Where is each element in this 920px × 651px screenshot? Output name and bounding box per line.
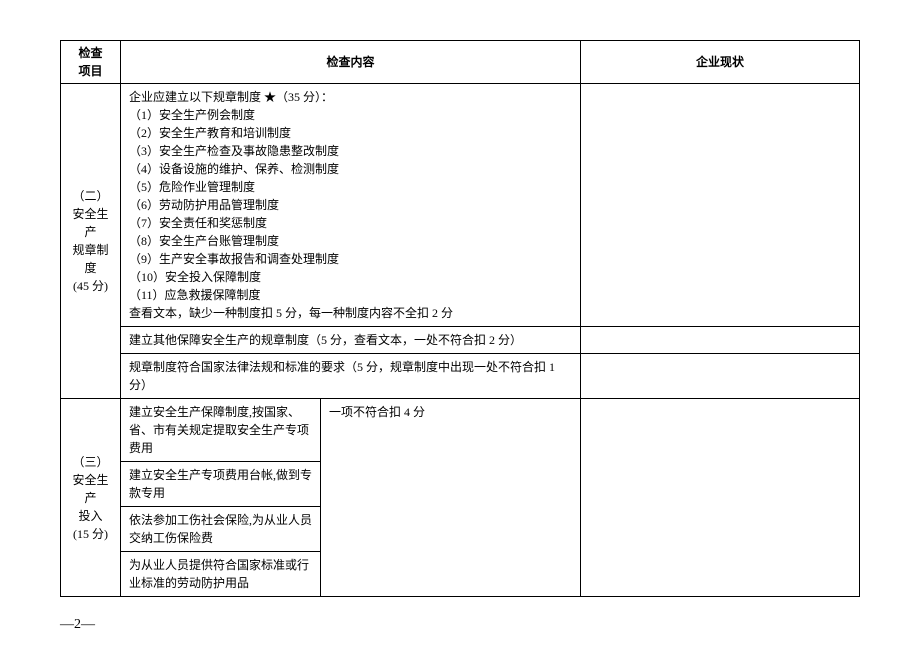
section2-status2 [581,327,860,354]
section2-row1: （二） 安全生产 规章制度 (45 分) 企业应建立以下规章制度 ★（35 分）… [61,84,860,327]
section2-item-11: （11）应急救援保障制度 [129,286,572,304]
section2-item-1: （1）安全生产例会制度 [129,106,572,124]
header-row: 检查 项目 检查内容 企业现状 [61,41,860,84]
section2-category: （二） 安全生产 规章制度 (45 分) [61,84,121,399]
section2-status1 [581,84,860,327]
section2-content3: 规章制度符合国家法律法规和标准的要求（5 分，规章制度中出现一处不符合扣 1 分… [121,354,581,399]
inspection-table: 检查 项目 检查内容 企业现状 （二） 安全生产 规章制度 (45 分) 企业应… [60,40,860,597]
section2-row3: 规章制度符合国家法律法规和标准的要求（5 分，规章制度中出现一处不符合扣 1 分… [61,354,860,399]
section3-category: （三） 安全生产 投入 (15 分) [61,399,121,597]
section2-item-9: （9）生产安全事故报告和调查处理制度 [129,250,572,268]
section3-content1: 建立安全生产保障制度,按国家、省、市有关规定提取安全生产专项费用 [121,399,321,462]
section2-intro: 企业应建立以下规章制度 ★（35 分）： [129,88,572,106]
section2-item-3: （3）安全生产检查及事故隐患整改制度 [129,142,572,160]
header-category: 检查 项目 [61,41,121,84]
section2-content1: 企业应建立以下规章制度 ★（35 分）： （1）安全生产例会制度 （2）安全生产… [121,84,581,327]
header-status: 企业现状 [581,41,860,84]
section2-item-5: （5）危险作业管理制度 [129,178,572,196]
section2-item-10: （10）安全投入保障制度 [129,268,572,286]
section3-content2: 建立安全生产专项费用台帐,做到专款专用 [121,462,321,507]
section3-content3: 依法参加工伤社会保险,为从业人员交纳工伤保险费 [121,507,321,552]
section2-item-2: （2）安全生产教育和培训制度 [129,124,572,142]
page-number: —2— [60,617,95,633]
section3-content4: 为从业人员提供符合国家标准或行业标准的劳动防护用品 [121,552,321,597]
header-content: 检查内容 [121,41,581,84]
section2-note: 查看文本，缺少一种制度扣 5 分，每一种制度内容不全扣 2 分 [129,304,572,322]
section3-status [581,399,860,597]
section2-item-7: （7）安全责任和奖惩制度 [129,214,572,232]
section2-status3 [581,354,860,399]
section2-item-8: （8）安全生产台账管理制度 [129,232,572,250]
section2-item-4: （4）设备设施的维护、保养、检测制度 [129,160,572,178]
section2-item-6: （6）劳动防护用品管理制度 [129,196,572,214]
section2-row2: 建立其他保障安全生产的规章制度（5 分，查看文本，一处不符合扣 2 分） [61,327,860,354]
section2-content2: 建立其他保障安全生产的规章制度（5 分，查看文本，一处不符合扣 2 分） [121,327,581,354]
section3-row1: （三） 安全生产 投入 (15 分) 建立安全生产保障制度,按国家、省、市有关规… [61,399,860,462]
section3-deduct-note: 一项不符合扣 4 分 [321,399,581,597]
